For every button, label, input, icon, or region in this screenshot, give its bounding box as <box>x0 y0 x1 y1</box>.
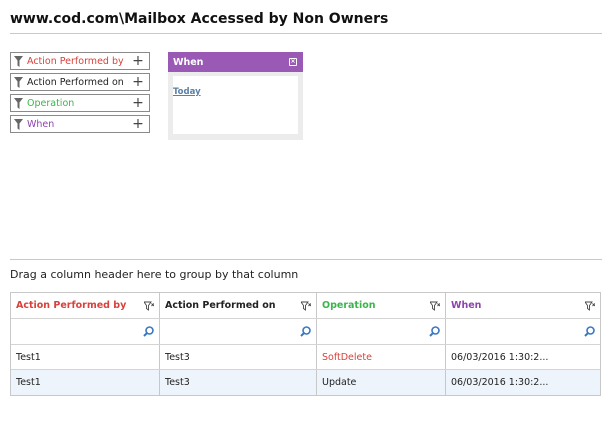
cell-action-performed-on: Test3 <box>160 345 317 369</box>
plus-icon[interactable]: + <box>131 96 145 110</box>
section-divider <box>10 259 602 260</box>
when-panel-header: When × <box>168 52 303 72</box>
plus-icon[interactable]: + <box>131 75 145 89</box>
column-search-operation[interactable] <box>317 319 446 344</box>
group-by-hint[interactable]: Drag a column header here to group by th… <box>10 268 298 281</box>
filter-label: Action Performed by <box>27 55 124 67</box>
column-search-when[interactable] <box>446 319 600 344</box>
filter-item-when[interactable]: When + <box>10 115 150 133</box>
filter-item-action-performed-on[interactable]: Action Performed on + <box>10 73 150 91</box>
when-panel-title: When <box>173 56 204 68</box>
column-filter-icon[interactable] <box>144 301 154 311</box>
column-header-action-performed-by[interactable]: Action Performed by <box>11 293 160 318</box>
column-filter-icon[interactable] <box>430 301 440 311</box>
filter-list: Action Performed by + Action Performed o… <box>10 52 150 136</box>
filter-item-operation[interactable]: Operation + <box>10 94 150 112</box>
today-link[interactable]: Today <box>173 87 201 97</box>
column-filter-icon[interactable] <box>585 301 595 311</box>
column-header-label: Operation <box>322 300 376 311</box>
filter-icon <box>14 118 23 130</box>
close-icon[interactable]: × <box>289 58 297 66</box>
filter-label: When <box>27 118 55 130</box>
filter-label: Operation <box>27 97 75 109</box>
title-divider <box>10 33 602 34</box>
search-icon[interactable] <box>300 326 311 337</box>
data-grid: Action Performed by Action Performed on … <box>10 292 601 396</box>
column-header-label: When <box>451 300 482 311</box>
grid-search-row <box>11 319 600 345</box>
plus-icon[interactable]: + <box>131 117 145 131</box>
filter-item-action-performed-by[interactable]: Action Performed by + <box>10 52 150 70</box>
cell-when: 06/03/2016 1:30:2... <box>451 377 549 388</box>
search-icon[interactable] <box>143 326 154 337</box>
column-filter-icon[interactable] <box>301 301 311 311</box>
cell-operation: Update <box>317 370 446 395</box>
cell-action-performed-on: Test3 <box>160 370 317 395</box>
filter-icon <box>14 97 23 109</box>
cell-action-performed-by: Test1 <box>11 345 160 369</box>
column-header-action-performed-on[interactable]: Action Performed on <box>160 293 317 318</box>
table-row[interactable]: Test1 Test3 Update 06/03/2016 1:30:2... <box>11 370 600 395</box>
cell-when: 06/03/2016 1:30:2... <box>451 351 549 363</box>
when-panel-body: Today <box>173 76 298 134</box>
when-filter-panel: When × Today <box>168 52 303 140</box>
search-icon[interactable] <box>429 326 440 337</box>
cell-operation: SoftDelete <box>317 345 446 369</box>
filter-label: Action Performed on <box>27 76 124 88</box>
column-header-when[interactable]: When <box>446 293 600 318</box>
column-header-operation[interactable]: Operation <box>317 293 446 318</box>
grid-header-row: Action Performed by Action Performed on … <box>11 293 600 319</box>
cell-action-performed-by: Test1 <box>11 370 160 395</box>
plus-icon[interactable]: + <box>131 54 145 68</box>
column-header-label: Action Performed by <box>16 300 127 311</box>
table-row[interactable]: Test1 Test3 SoftDelete 06/03/2016 1:30:2… <box>11 345 600 370</box>
column-search-action-performed-on[interactable] <box>160 319 317 344</box>
page-title: www.cod.com\Mailbox Accessed by Non Owne… <box>10 11 389 27</box>
filter-icon <box>14 76 23 88</box>
search-icon[interactable] <box>584 326 595 337</box>
column-search-action-performed-by[interactable] <box>11 319 160 344</box>
filter-icon <box>14 55 23 67</box>
column-header-label: Action Performed on <box>165 300 276 311</box>
